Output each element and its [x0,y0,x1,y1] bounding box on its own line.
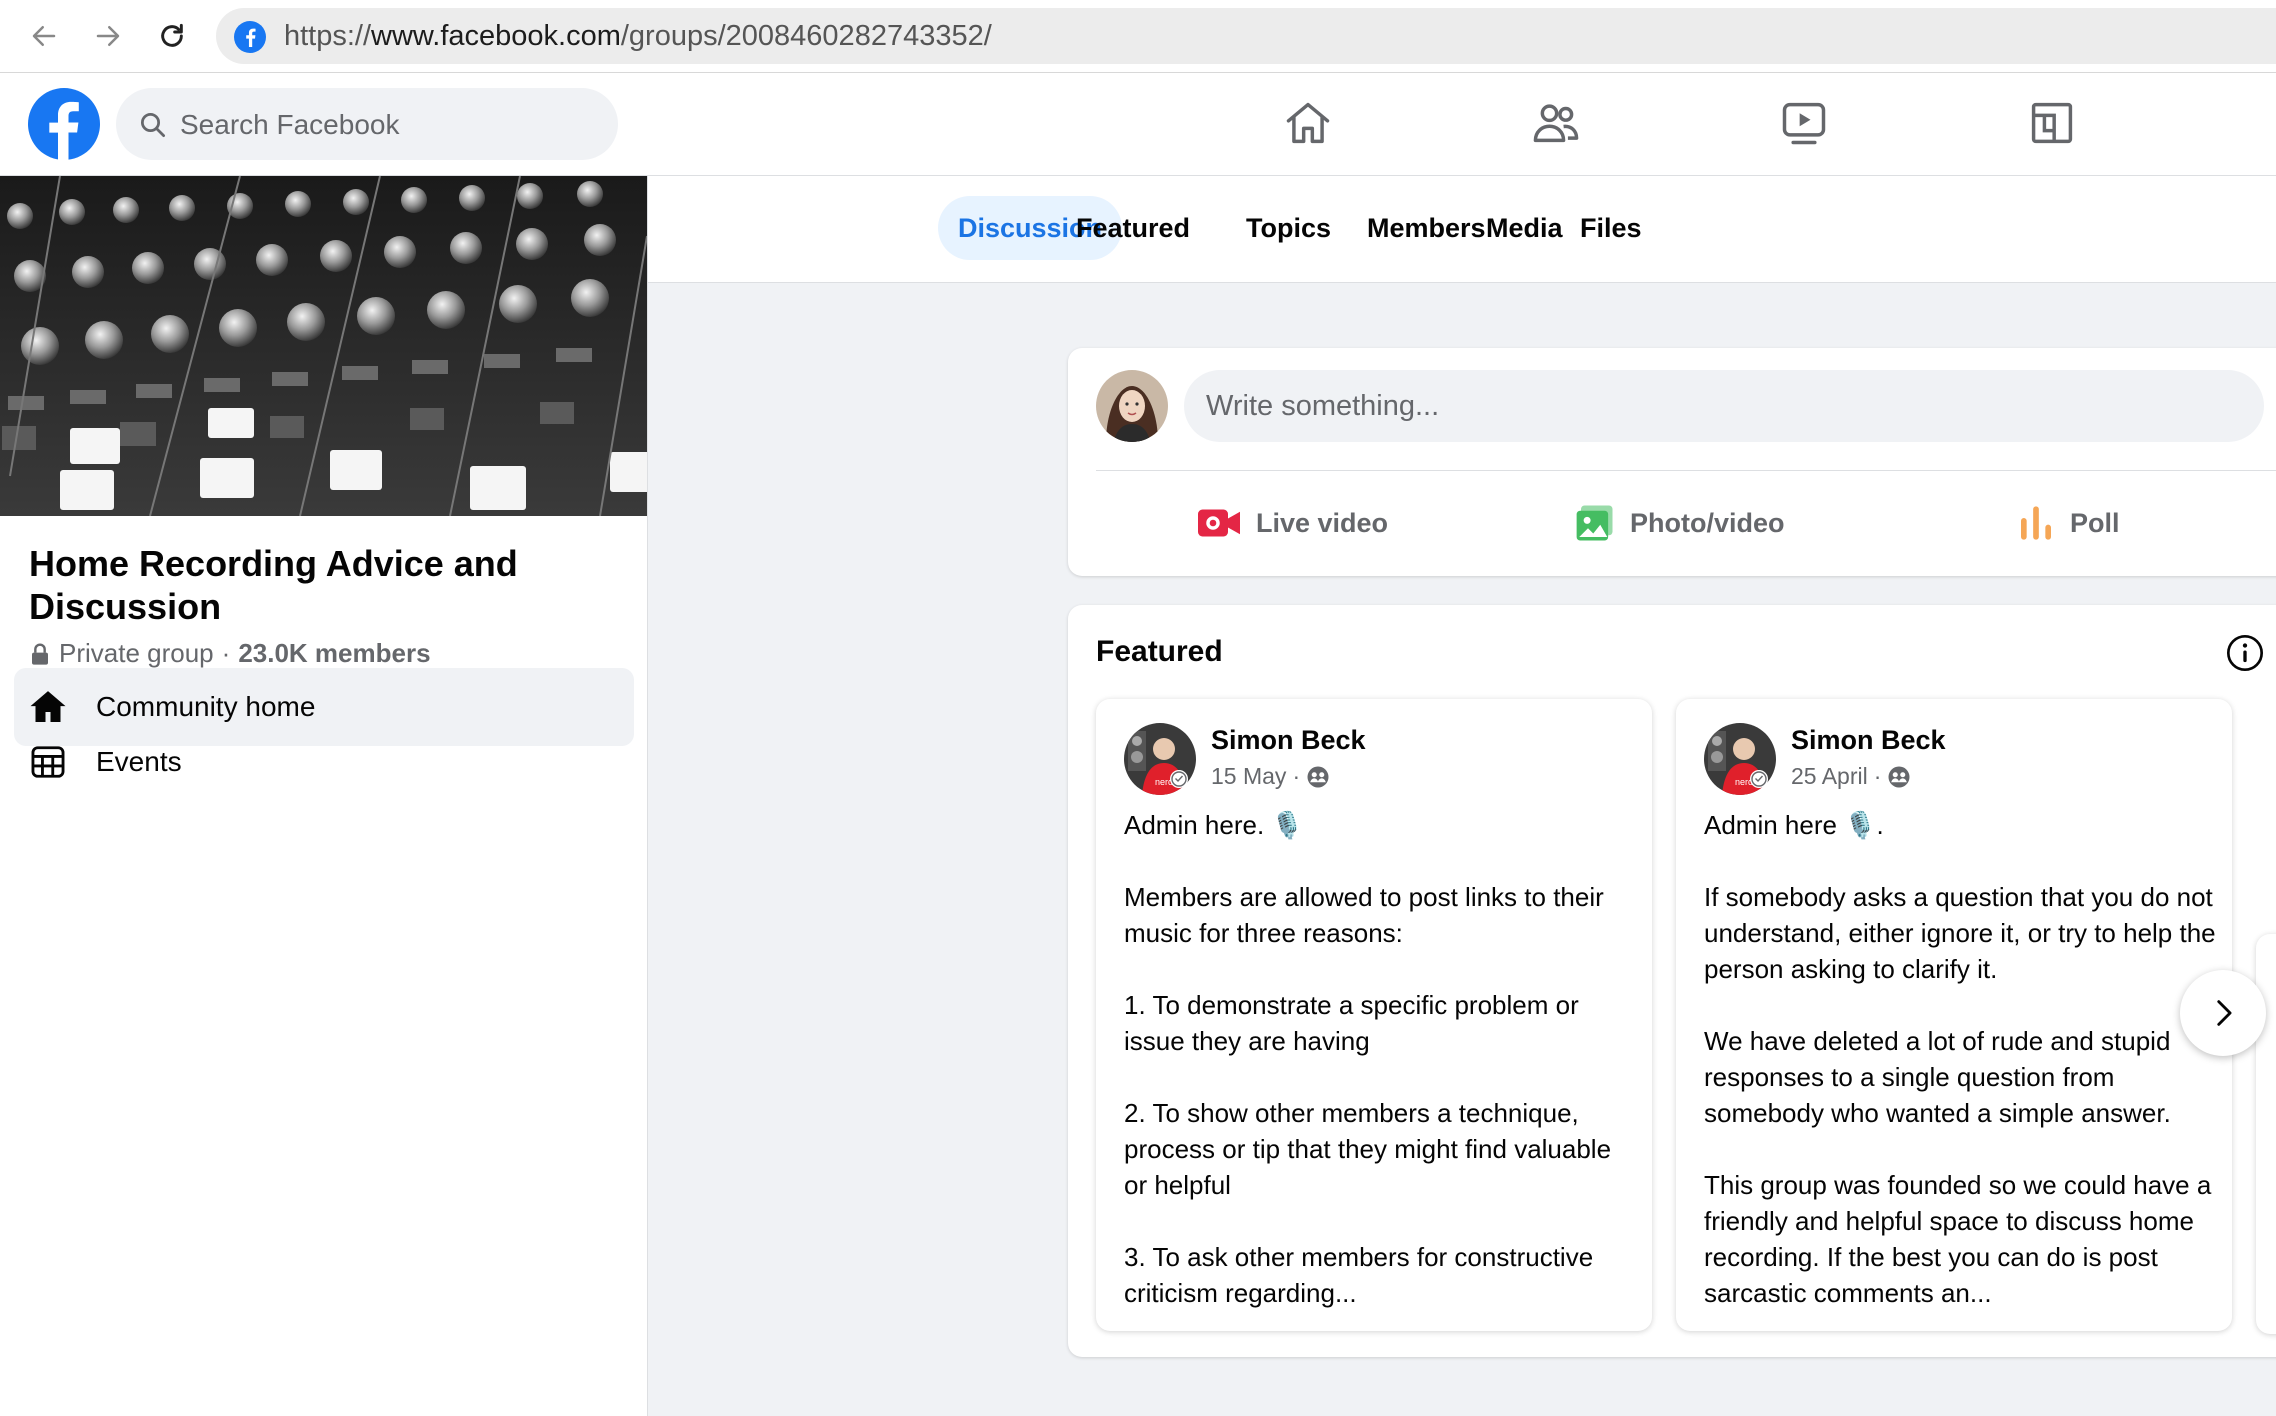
post-paragraph: 3. To ask other members for constructive… [1124,1242,1594,1308]
url-path: /groups/2008460282743352/ [620,20,992,52]
facebook-favicon-icon [234,21,266,53]
tab-featured[interactable]: Featured [1056,196,1210,260]
photo-video-button[interactable]: Photo/video [1574,488,1785,558]
url-text: https://www.facebook.com/groups/20084602… [284,20,992,53]
arrow-left-icon [32,26,56,46]
post-date[interactable]: 15 May [1211,763,1286,790]
author-avatar[interactable]: nerd [1704,723,1776,795]
write-something-input[interactable] [1184,370,2264,442]
meta-separator: · [221,638,231,668]
post-paragraph: This group was founded so we could have … [1704,1170,2212,1308]
cover-photo [0,176,647,516]
info-icon[interactable] [2225,633,2265,673]
live-video-button[interactable]: Live video [1196,488,1388,558]
photo-video-label: Photo/video [1630,507,1785,538]
post-paragraph: If somebody asks a question that you do … [1704,882,2216,984]
reload-icon [161,23,183,47]
home-icon[interactable] [1282,97,1334,149]
back-button[interactable] [22,14,66,58]
meta-dot: · [1873,763,1882,789]
post-author[interactable]: Simon Beck [1791,725,1946,756]
post-paragraph: 1. To demonstrate a specific problem or … [1124,990,1579,1056]
group-members-icon [1307,766,1329,787]
search-icon [141,113,165,137]
group-meta: Private group · 23.0K members [29,638,431,669]
search-input[interactable] [178,88,602,162]
post-paragraph: Admin here 🎙️. [1704,810,1884,840]
arrow-right-icon [96,26,120,46]
tab-files[interactable]: Files [1560,196,1662,260]
sidebar-item-label: Events [96,746,182,777]
group-member-count[interactable]: 23.0K members [238,638,430,669]
lock-icon [32,643,48,665]
friends-icon[interactable] [1530,97,1582,149]
sidebar-item-label: Community home [96,691,316,722]
tab-topics[interactable]: Topics [1226,196,1351,260]
left-sidebar: Home Recording Advice and Discussion Pri… [0,176,648,1416]
featured-post-card[interactable]: nerd Simon Beck 25 April · Admin here 🎙️… [1676,699,2232,1331]
post-paragraph: Admin here. 🎙️ [1124,810,1304,840]
photo-icon [1576,505,1613,541]
post-paragraph: We have deleted a lot of rude and stupid… [1704,1026,2171,1128]
post-meta: 25 April · [1791,763,1911,790]
facebook-logo-icon[interactable] [28,88,100,160]
poll-label: Poll [2070,507,2120,538]
post-body: Admin here 🎙️. If somebody asks a questi… [1704,807,2216,1331]
live-video-icon [1198,509,1240,537]
url-prefix: https:// [284,20,372,52]
post-meta: 15 May · [1211,763,1330,790]
watch-icon[interactable] [1778,97,1830,149]
user-avatar[interactable] [1096,370,1168,442]
carousel-next-button[interactable] [2180,970,2266,1056]
chevron-right-icon [2217,1000,2232,1026]
post-composer: Live video Photo/video Poll [1068,348,2276,576]
post-body: Admin here. 🎙️ Members are allowed to po… [1124,807,1636,1331]
address-bar[interactable]: https://www.facebook.com/groups/20084602… [216,8,2276,64]
post-paragraph: Members are allowed to post links to the… [1124,882,1604,948]
featured-section: Featured nerd Simon Beck 15 May · Admin … [1068,605,2276,1357]
sidebar-item-events[interactable]: Events [14,723,634,801]
post-author[interactable]: Simon Beck [1211,725,1366,756]
browser-toolbar: https://www.facebook.com/groups/20084602… [0,0,2276,73]
meta-dot: · [1292,763,1301,789]
group-name[interactable]: Home Recording Advice and Discussion [29,542,589,628]
group-members-icon [1888,766,1910,787]
facebook-top-nav [0,73,2276,176]
group-tabs: Discussion Featured Topics Members Media… [648,176,2276,283]
featured-title: Featured [1096,635,1223,668]
composer-divider [1096,470,2276,471]
post-paragraph: 2. To show other members a technique, pr… [1124,1098,1612,1200]
author-avatar[interactable]: nerd [1124,723,1196,795]
search-box[interactable] [116,88,618,162]
post-date[interactable]: 25 April [1791,763,1868,790]
live-video-label: Live video [1256,507,1389,538]
calendar-icon [26,740,70,784]
forward-button[interactable] [86,14,130,58]
url-host: www.facebook.com [371,20,621,52]
poll-icon [2021,506,2051,540]
featured-post-card[interactable]: nerd Simon Beck 15 May · Admin here. 🎙️ … [1096,699,1652,1331]
reload-button[interactable] [150,14,194,58]
gaming-icon[interactable] [2026,97,2078,149]
group-privacy: Private group [59,638,214,668]
poll-button[interactable]: Poll [2016,488,2120,558]
